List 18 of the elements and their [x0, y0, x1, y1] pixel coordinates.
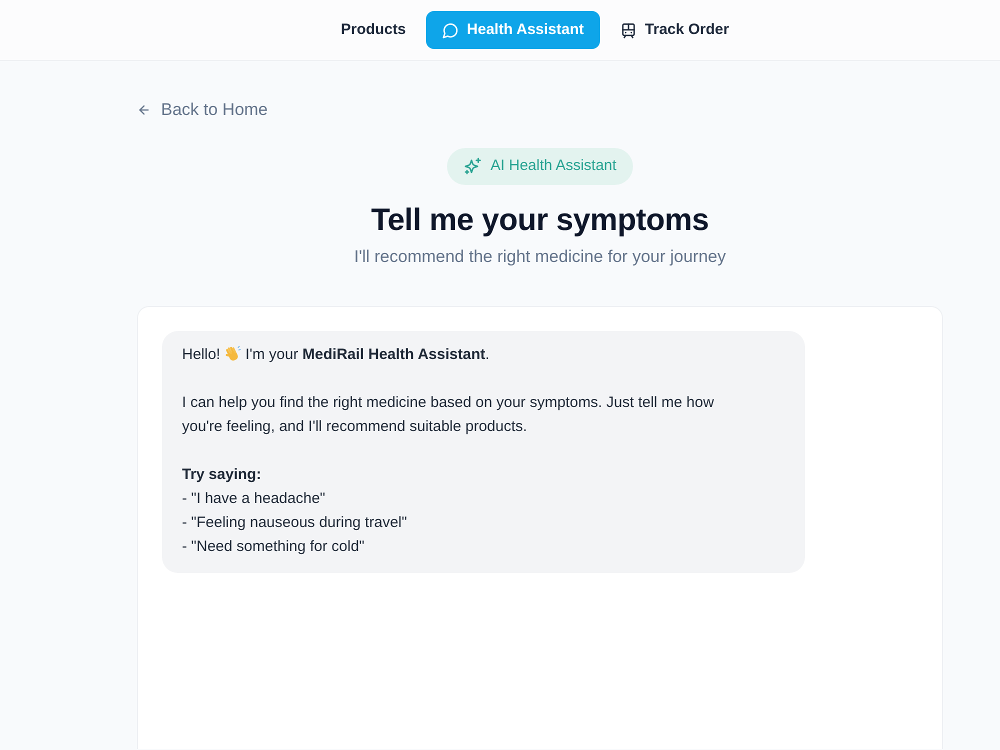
page-subtitle: I'll recommend the right medicine for your journey — [354, 246, 726, 268]
nav-tab[interactable]: Products — [324, 11, 422, 49]
example-prompt: - "Need something for cold" — [182, 537, 366, 558]
examples-heading: Try saying: — [182, 465, 262, 486]
arrow-left-icon — [137, 102, 151, 117]
example-prompt: - "I have a headache" — [182, 489, 326, 510]
sparkle-icon — [464, 157, 482, 176]
page-title: Tell me your symptoms — [371, 200, 709, 238]
back-to-home-link[interactable]: Back to Home — [137, 97, 268, 122]
nav-tab[interactable]: Track Order — [604, 11, 746, 49]
train-icon — [620, 22, 637, 38]
help-paragraph: I can help you find the right medicine based on your symptoms. Just tell me how you're feeling, and I'll recommend suitable products. — [182, 393, 715, 438]
greeting-text: Hello! — [182, 346, 220, 364]
chat-bubble-icon — [442, 22, 459, 38]
example-prompt: - "Feeling nauseous during travel" — [182, 513, 408, 534]
ai-assistant-badge: AI Health Assistant — [446, 148, 634, 185]
intro-text: I'm your MediRail Health Assistant. — [245, 346, 490, 364]
waving-hand-icon — [224, 345, 242, 362]
